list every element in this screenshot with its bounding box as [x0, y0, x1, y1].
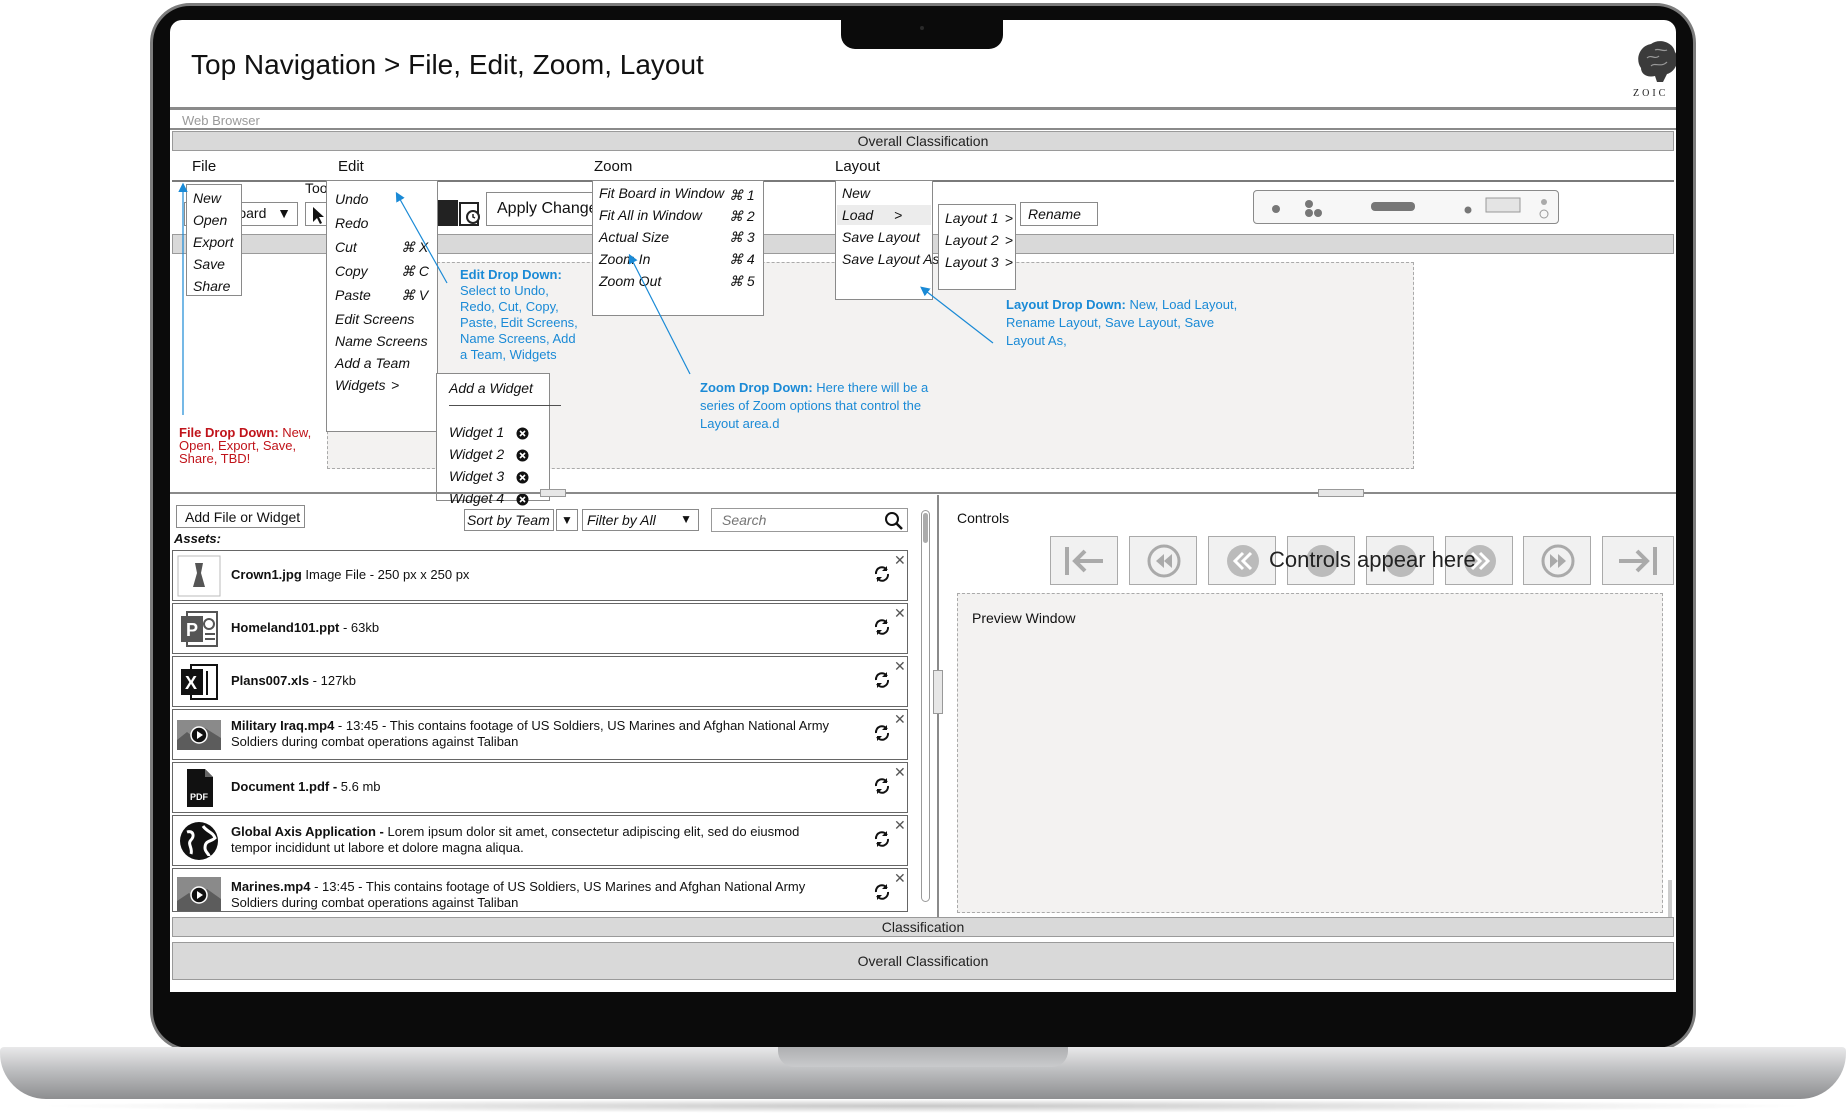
search-input[interactable] [711, 508, 881, 532]
refresh-icon[interactable] [873, 724, 891, 742]
asset-row-document1[interactable]: PDF Document 1.pdf - 5.6 mb ✕ [172, 762, 908, 813]
previous-button[interactable] [1208, 536, 1276, 585]
add-file-widget-button[interactable]: Add File or Widget [176, 505, 305, 528]
splitter-handle-right[interactable] [1318, 489, 1364, 497]
rewind-icon [1147, 544, 1181, 578]
preview-window[interactable]: Preview Window [957, 593, 1663, 913]
close-icon[interactable]: ✕ [894, 817, 906, 834]
asset-row-military-iraq[interactable]: Military Iraq.mp4 - 13:45 - This contain… [172, 709, 908, 760]
edit-annotation-body: Select to Undo, Redo, Cut, Copy, Paste, … [460, 283, 578, 362]
search-icon [885, 512, 903, 530]
close-icon[interactable]: ✕ [894, 605, 906, 622]
vertical-splitter-handle[interactable] [933, 670, 943, 714]
refresh-icon[interactable] [873, 883, 891, 901]
asset-name: Crown1.jpg [231, 567, 302, 582]
asset-row-marines[interactable]: Marines.mp4 - 13:45 - This contains foot… [172, 868, 908, 912]
asset-desc: - 127kb [309, 673, 357, 688]
file-dropdown-annotation: File Drop Down: New, Open, Export, Save,… [179, 426, 319, 465]
asset-desc: Image File - 250 px x 250 px [301, 567, 470, 582]
close-icon[interactable]: ✕ [894, 711, 906, 728]
layout-annotation-title: Layout Drop Down: [1006, 297, 1126, 312]
search-button[interactable] [880, 508, 908, 532]
assets-scrollbar-thumb[interactable] [923, 513, 928, 543]
close-icon[interactable]: ✕ [894, 658, 906, 675]
asset-name: Military Iraq.mp4 [231, 718, 335, 733]
refresh-icon[interactable] [873, 671, 891, 689]
skip-start-icon [1065, 547, 1103, 575]
controls-overlay-text: Controls appear here [1269, 547, 1476, 572]
asset-desc: - 63kb [339, 620, 380, 635]
close-icon[interactable]: ✕ [894, 552, 906, 569]
filter-by-all-select[interactable]: Filter by All ▼ [582, 509, 699, 531]
laptop-shadow [30, 1099, 1816, 1113]
camera-icon [920, 26, 924, 30]
sort-chevron-down-icon[interactable]: ▼ [556, 509, 578, 531]
asset-desc: 5.6 mb [337, 779, 381, 794]
globe-icon [180, 822, 218, 860]
asset-name: Plans007.xls [231, 673, 310, 688]
powerpoint-icon: P [181, 611, 218, 647]
asset-name: Global Axis Application - [231, 824, 384, 839]
skip-end-icon [1619, 547, 1657, 575]
edit-annotation-title: Edit Drop Down: [460, 267, 562, 282]
skip-to-start-button[interactable] [1050, 536, 1118, 585]
camera-notch [841, 18, 1003, 49]
asset-row-crown1[interactable]: Crown1.jpg Image File - 250 px x 250 px … [172, 550, 908, 601]
filter-label: Filter by All [587, 512, 656, 528]
pdf-icon: PDF [187, 769, 213, 807]
video-icon [177, 720, 221, 750]
assets-heading: Assets: [174, 531, 221, 546]
asset-name: Homeland101.ppt [231, 620, 340, 635]
fast-forward-icon [1541, 544, 1575, 578]
filter-chevron-down-icon: ▼ [680, 512, 692, 526]
preview-label: Preview Window [972, 610, 1076, 626]
rewind-button[interactable] [1129, 536, 1197, 585]
svg-text:P: P [186, 620, 198, 640]
refresh-icon[interactable] [873, 618, 891, 636]
refresh-icon[interactable] [873, 565, 891, 583]
video-icon [177, 877, 221, 911]
svg-text:PDF: PDF [190, 792, 209, 802]
sort-by-team-select[interactable]: Sort by Team [464, 509, 554, 531]
overall-classification-bottom: Overall Classification [172, 942, 1674, 980]
skip-to-end-button[interactable] [1602, 536, 1674, 585]
classification-bar: Classification [172, 917, 1674, 937]
fast-forward-button[interactable] [1523, 536, 1591, 585]
asset-desc: - 13:45 - This contains footage of US So… [231, 879, 806, 910]
asset-row-plans007[interactable]: X Plans007.xls - 127kb ✕ [172, 656, 908, 707]
controls-label: Controls [957, 510, 1010, 526]
close-icon[interactable]: ✕ [894, 870, 906, 887]
assets-scrollbar[interactable] [921, 510, 930, 902]
close-icon[interactable]: ✕ [894, 764, 906, 781]
asset-row-global-axis[interactable]: Global Axis Application - Lorem ipsum do… [172, 815, 908, 866]
zoom-annotation-title: Zoom Drop Down: [700, 380, 813, 395]
refresh-icon[interactable] [873, 830, 891, 848]
layout-dropdown-annotation: Layout Drop Down: New, Load Layout, Rena… [1006, 296, 1256, 350]
refresh-icon[interactable] [873, 777, 891, 795]
asset-name: Marines.mp4 [231, 879, 311, 894]
svg-text:X: X [185, 673, 197, 693]
asset-name: Document 1.pdf - [231, 779, 338, 794]
edit-dropdown-annotation: Edit Drop Down: Select to Undo, Redo, Cut… [460, 267, 582, 363]
canvas-divider [170, 492, 1676, 494]
image-icon [177, 555, 221, 597]
double-chevron-left-icon [1227, 545, 1259, 577]
zoom-dropdown-annotation: Zoom Drop Down: Here there will be a ser… [700, 379, 944, 433]
splitter-handle-left[interactable] [540, 489, 566, 497]
asset-row-homeland101[interactable]: P Homeland101.ppt - 63kb ✕ [172, 603, 908, 654]
laptop-base-groove [778, 1047, 1068, 1067]
excel-icon: X [181, 664, 218, 700]
laptop-screen: Top Navigation > File, Edit, Zoom, Layou… [170, 20, 1676, 992]
